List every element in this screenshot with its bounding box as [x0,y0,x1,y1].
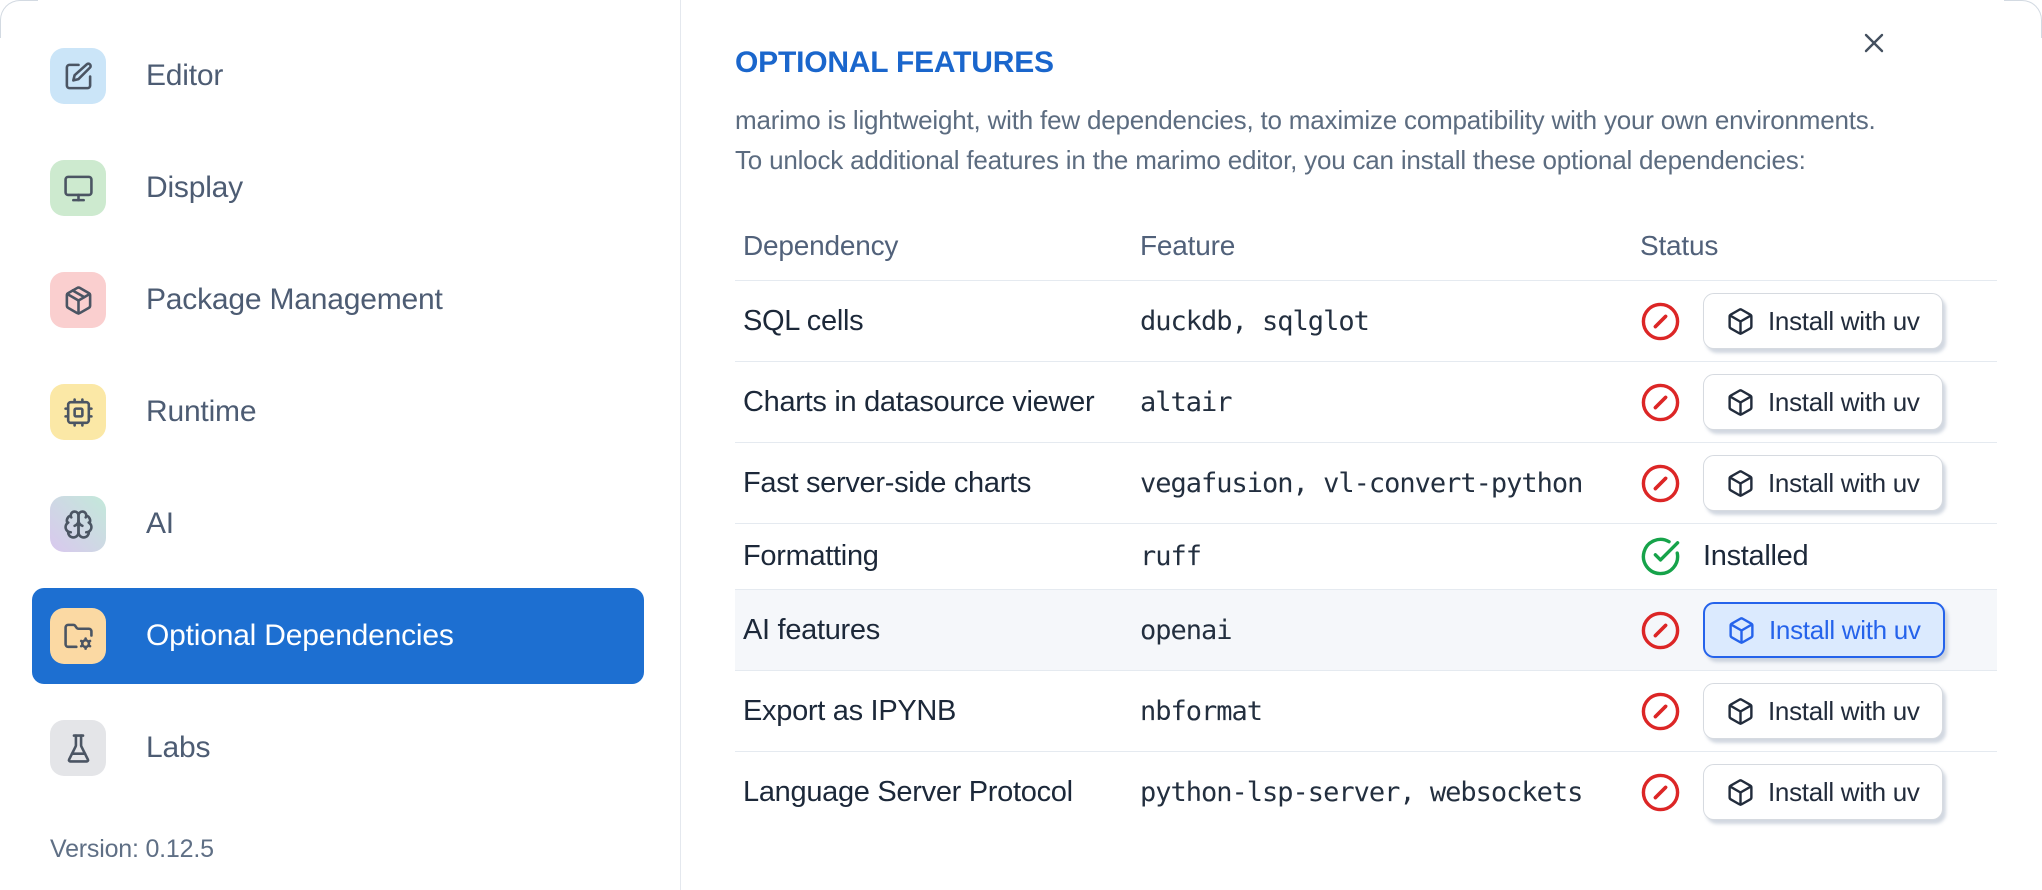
circle-x-icon [1640,772,1681,813]
circle-x-icon [1640,463,1681,504]
optional-features-table: Dependency Feature Status SQL cells duck… [735,214,1997,832]
dependency-name: Export as IPYNB [743,694,957,727]
dependency-name: Fast server-side charts [743,466,1032,499]
feature-packages: altair [1140,386,1233,418]
cpu-icon [50,384,106,440]
circle-x-icon [1640,382,1681,423]
install-button-label: Install with uv [1768,776,1920,807]
install-button-label: Install with uv [1768,305,1920,336]
close-icon [1858,33,1890,62]
box-icon [1726,307,1755,336]
install-button-label: Install with uv [1768,695,1920,726]
monitor-icon [50,160,106,216]
status-cell: Install with uv [1640,590,1997,670]
box-icon [1726,778,1755,807]
sidebar-item-label: Optional Dependencies [146,619,454,652]
circle-x-icon [1640,610,1681,651]
sidebar-item-ai[interactable]: AI [32,476,644,572]
table-body: SQL cells duckdb, sqlglot Install with u… [735,280,1997,832]
status-cell: Install with uv [1640,443,1997,523]
circle-check-icon [1640,536,1681,577]
feature-packages: duckdb, sqlglot [1140,305,1370,337]
folder-cog-icon [50,608,106,664]
sidebar-item-label: AI [146,507,174,540]
feature-packages: ruff [1140,541,1202,572]
feature-packages: nbformat [1140,695,1263,727]
feature-packages: openai [1140,614,1233,646]
dependency-name: Charts in datasource viewer [743,385,1095,418]
install-button-label: Install with uv [1768,386,1920,417]
dependency-name: AI features [743,613,880,646]
sidebar-item-optional-dependencies[interactable]: Optional Dependencies [32,588,644,684]
table-row: Charts in datasource viewer altair Insta… [735,361,1997,442]
dependency-name: SQL cells [743,304,864,337]
column-header-status: Status [1640,230,1719,261]
close-button[interactable] [1856,26,1892,62]
page-title: OPTIONAL FEATURES [735,46,1054,79]
settings-dialog: Editor Display Package Management Runtim… [0,0,2042,890]
table-header-row: Dependency Feature Status [735,214,1997,280]
sidebar-item-label: Runtime [146,395,257,428]
circle-x-icon [1640,301,1681,342]
optional-features-panel: OPTIONAL FEATURES marimo is lightweight,… [681,0,2042,890]
install-with-uv-button[interactable]: Install with uv [1703,455,1943,511]
box-icon [1726,469,1755,498]
feature-packages: vegafusion, vl-convert-python [1140,467,1583,499]
install-with-uv-button[interactable]: Install with uv [1703,602,1945,658]
brain-icon [50,496,106,552]
dependency-name: Formatting [743,540,879,572]
status-cell: Install with uv [1640,281,1997,361]
sidebar-item-label: Display [146,171,243,204]
status-cell: Install with uv [1640,671,1997,751]
flask-icon [50,720,106,776]
box-icon [1727,616,1756,645]
sidebar-item-label: Editor [146,59,224,92]
sidebar-item-labs[interactable]: Labs [32,700,644,796]
column-header-feature: Feature [1140,230,1236,261]
circle-x-icon [1640,691,1681,732]
install-with-uv-button[interactable]: Install with uv [1703,764,1943,820]
install-with-uv-button[interactable]: Install with uv [1703,374,1943,430]
feature-packages: python-lsp-server, websockets [1140,776,1583,808]
sidebar-nav: Editor Display Package Management Runtim… [0,28,680,796]
sidebar-item-display[interactable]: Display [32,140,644,236]
column-header-dependency: Dependency [743,230,899,261]
install-button-label: Install with uv [1768,467,1920,498]
sidebar-item-editor[interactable]: Editor [32,28,644,124]
sidebar-item-package-management[interactable]: Package Management [32,252,644,348]
table-row: AI features openai Install with uv [735,589,1997,670]
table-row: SQL cells duckdb, sqlglot Install with u… [735,280,1997,361]
install-with-uv-button[interactable]: Install with uv [1703,293,1943,349]
version-label: Version: 0.12.5 [50,835,214,863]
status-cell: Installed [1640,524,1997,589]
install-button-label: Install with uv [1769,614,1921,645]
package-icon [50,272,106,328]
square-pen-icon [50,48,106,104]
sidebar-item-label: Labs [146,731,211,764]
description-line: To unlock additional features in the mar… [735,145,1806,175]
sidebar-item-runtime[interactable]: Runtime [32,364,644,460]
sidebar-item-label: Package Management [146,283,443,316]
status-cell: Install with uv [1640,752,1997,832]
table-row: Formatting ruff Installed [735,523,1997,589]
settings-sidebar: Editor Display Package Management Runtim… [0,0,681,890]
install-with-uv-button[interactable]: Install with uv [1703,683,1943,739]
table-row: Fast server-side charts vegafusion, vl-c… [735,442,1997,523]
description-line: marimo is lightweight, with few dependen… [735,105,1876,135]
table-row: Language Server Protocol python-lsp-serv… [735,751,1997,832]
box-icon [1726,697,1755,726]
table-row: Export as IPYNB nbformat Install with uv [735,670,1997,751]
dependency-name: Language Server Protocol [743,775,1073,808]
installed-label: Installed [1703,540,1809,572]
panel-description: marimo is lightweight, with few dependen… [735,100,1997,180]
status-cell: Install with uv [1640,362,1997,442]
box-icon [1726,388,1755,417]
